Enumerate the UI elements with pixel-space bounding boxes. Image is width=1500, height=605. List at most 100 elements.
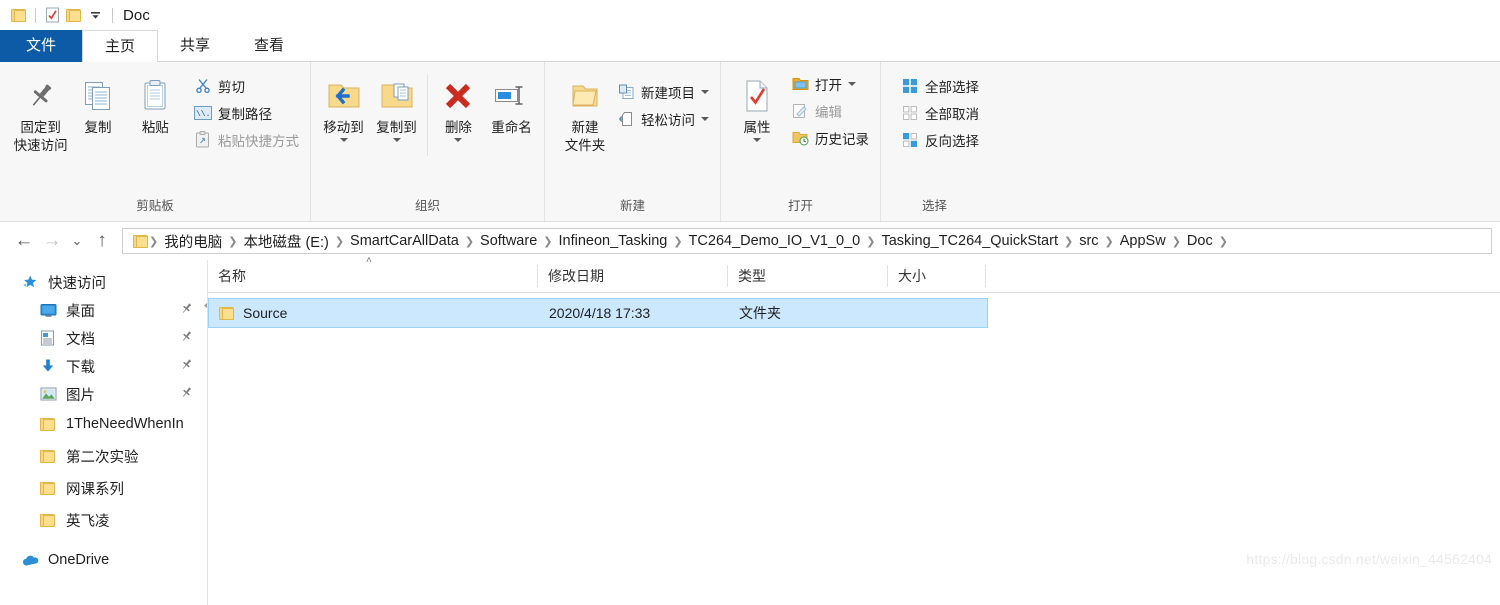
cut-button[interactable]: 剪切 xyxy=(188,72,304,99)
sidebar-item-quick-access[interactable]: 快速访问 xyxy=(0,268,207,296)
breadcrumb-item-tc264-demo-io[interactable]: TC264_Demo_IO_V1_0_0 xyxy=(684,233,866,249)
file-name-cell: Source xyxy=(209,305,539,321)
breadcrumb-separator[interactable]: ❯ xyxy=(1063,235,1074,248)
folder-icon xyxy=(219,306,234,320)
copy-button[interactable]: 复制 xyxy=(69,68,126,136)
easy-access-button[interactable]: 轻松访问 xyxy=(611,105,714,132)
quick-access-properties-button[interactable] xyxy=(42,4,63,26)
downloads-icon xyxy=(40,358,60,374)
select-all-label: 全部选择 xyxy=(925,79,979,95)
sidebar-item-second-experiment[interactable]: 第二次实验 xyxy=(0,440,207,472)
ribbon-group-clipboard: 固定到 快速访问 复制 粘贴 剪切 \\. 复制路径 粘贴快捷方式 剪贴板 xyxy=(0,62,310,221)
rename-button[interactable]: 重命名 xyxy=(485,68,538,136)
ribbon-group-open-label: 打开 xyxy=(787,199,813,213)
select-all-icon xyxy=(900,77,920,95)
copy-path-label: 复制路径 xyxy=(217,106,272,122)
breadcrumb-item-tasking-tc264-quickstart[interactable]: Tasking_TC264_QuickStart xyxy=(876,233,1063,249)
ribbon-group-organize: 移动到 复制到 删除 重命名 组织 xyxy=(310,62,544,221)
title-bar: Doc xyxy=(0,0,1500,30)
folder-icon xyxy=(11,8,26,22)
tab-share[interactable]: 共享 xyxy=(158,30,232,62)
move-to-button[interactable]: 移动到 xyxy=(317,68,370,142)
paste-button[interactable]: 粘贴 xyxy=(127,68,184,136)
select-all-button[interactable]: 全部选择 xyxy=(895,72,984,99)
breadcrumb-item-appsw[interactable]: AppSw xyxy=(1115,233,1171,249)
edit-label: 编辑 xyxy=(815,104,842,120)
ribbon-group-select-label: 选择 xyxy=(921,199,947,213)
sidebar-item-online-course[interactable]: 网课系列 xyxy=(0,472,207,504)
breadcrumb-separator[interactable]: ❯ xyxy=(672,235,683,248)
new-item-label: 新建项目 xyxy=(641,85,695,101)
breadcrumb-separator[interactable]: ❯ xyxy=(542,235,553,248)
folder-icon xyxy=(40,449,60,463)
copy-path-button[interactable]: \\.. 复制路径 xyxy=(188,99,304,126)
up-button[interactable]: ↑ xyxy=(88,227,116,255)
breadcrumb-separator[interactable]: ❯ xyxy=(1218,235,1229,248)
breadcrumb-item-src[interactable]: src xyxy=(1074,233,1103,249)
breadcrumb-item-doc[interactable]: Doc xyxy=(1182,233,1218,249)
tab-file[interactable]: 文件 xyxy=(0,30,83,62)
copy-to-caret-icon[interactable] xyxy=(392,138,401,142)
customize-quick-access-button[interactable] xyxy=(84,7,106,23)
new-item-button[interactable]: 新建项目 xyxy=(611,78,714,105)
pin-icon[interactable] xyxy=(180,358,193,375)
breadcrumb-item-my-computer[interactable]: 我的电脑 xyxy=(159,231,227,252)
sidebar-item-infineon[interactable]: 英飞凌 xyxy=(0,504,207,536)
new-item-caret-icon[interactable] xyxy=(701,89,709,94)
easy-access-caret-icon[interactable] xyxy=(701,116,709,121)
move-to-caret-icon[interactable] xyxy=(339,138,348,142)
paste-shortcut-button[interactable]: 粘贴快捷方式 xyxy=(188,126,304,153)
quick-access-folder-button[interactable] xyxy=(8,4,29,26)
edit-button[interactable]: 编辑 xyxy=(785,97,874,124)
history-icon xyxy=(790,129,810,147)
recent-locations-button[interactable]: ⌄ xyxy=(66,227,88,255)
column-header-name[interactable]: 名称 ˄ xyxy=(208,255,538,287)
delete-button[interactable]: 删除 xyxy=(432,68,485,142)
sidebar-item-onedrive[interactable]: OneDrive xyxy=(0,546,207,574)
easy-access-icon xyxy=(616,110,636,128)
open-caret-icon[interactable] xyxy=(848,81,856,86)
sidebar-item-desktop[interactable]: 桌面 xyxy=(0,296,207,324)
table-row[interactable]: Source 2020/4/18 17:33 文件夹 xyxy=(208,298,988,328)
open-button[interactable]: 打开 xyxy=(785,70,874,97)
ribbon: 固定到 快速访问 复制 粘贴 剪切 \\. 复制路径 粘贴快捷方式 剪贴板 移动… xyxy=(0,62,1500,222)
sidebar-item-pictures[interactable]: 图片 xyxy=(0,380,207,408)
select-none-button[interactable]: 全部取消 xyxy=(895,99,984,126)
invert-selection-button[interactable]: 反向选择 xyxy=(895,126,984,153)
breadcrumb-separator[interactable]: ❯ xyxy=(865,235,876,248)
new-folder-button[interactable]: 新建 文件夹 xyxy=(561,68,609,154)
properties-button[interactable]: 属性 xyxy=(731,68,783,142)
sidebar-item-1theneedwhenin[interactable]: 1TheNeedWhenIn xyxy=(0,408,207,440)
breadcrumb-item-infineon-tasking[interactable]: Infineon_Tasking xyxy=(554,233,673,249)
breadcrumb[interactable]: ❯ 我的电脑 ❯ 本地磁盘 (E:) ❯ SmartCarAllData ❯ S… xyxy=(122,228,1492,254)
breadcrumb-separator[interactable]: ❯ xyxy=(227,235,238,248)
properties-caret-icon[interactable] xyxy=(753,138,761,142)
sidebar-item-downloads[interactable]: 下载 xyxy=(0,352,207,380)
pin-icon[interactable] xyxy=(180,330,193,347)
back-button[interactable]: ← xyxy=(10,227,38,255)
copy-to-button[interactable]: 复制到 xyxy=(370,68,423,142)
breadcrumb-item-software[interactable]: Software xyxy=(475,233,542,249)
breadcrumb-item-local-disk-e[interactable]: 本地磁盘 (E:) xyxy=(238,231,333,252)
breadcrumb-separator[interactable]: ❯ xyxy=(1104,235,1115,248)
sidebar-item-documents[interactable]: 文档 xyxy=(0,324,207,352)
column-header-name-label: 名称 xyxy=(218,268,246,284)
pin-to-quick-access-button[interactable]: 固定到 快速访问 xyxy=(12,68,69,154)
pin-icon[interactable] xyxy=(180,302,193,319)
pin-icon[interactable] xyxy=(180,386,193,403)
tab-home[interactable]: 主页 xyxy=(82,30,159,62)
breadcrumb-item-smartcaralldata[interactable]: SmartCarAllData xyxy=(345,233,464,249)
quick-access-new-folder-button[interactable] xyxy=(63,4,84,26)
breadcrumb-separator[interactable]: ❯ xyxy=(334,235,345,248)
tab-view[interactable]: 查看 xyxy=(232,30,306,62)
column-header-date-modified[interactable]: 修改日期 xyxy=(538,265,728,287)
delete-caret-icon[interactable] xyxy=(454,138,463,142)
breadcrumb-separator[interactable]: ❯ xyxy=(464,235,475,248)
column-header-type[interactable]: 类型 xyxy=(728,265,888,287)
forward-button[interactable]: → xyxy=(38,227,66,255)
rename-icon xyxy=(492,74,530,118)
history-button[interactable]: 历史记录 xyxy=(785,124,874,151)
documents-icon xyxy=(40,330,60,346)
breadcrumb-separator[interactable]: ❯ xyxy=(1171,235,1182,248)
column-header-size[interactable]: 大小 xyxy=(888,265,986,287)
